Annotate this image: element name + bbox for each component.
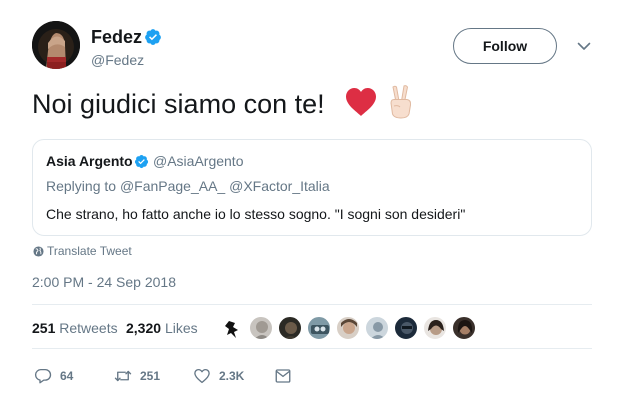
avatar[interactable]	[336, 316, 360, 340]
author-name[interactable]: Fedez	[91, 27, 142, 47]
reply-count: 64	[60, 369, 74, 383]
chevron-down-icon[interactable]	[576, 38, 592, 54]
like-icon	[194, 368, 210, 384]
replying-to-line: Replying to @FanPage_AA_ @XFactor_Italia	[46, 178, 330, 195]
quoted-tweet-text: Che strano, ho fatto anche io lo stesso …	[46, 206, 466, 222]
heart-emoji	[346, 88, 376, 116]
quoted-author-name: Asia Argento	[46, 153, 133, 169]
retweet-icon	[114, 370, 132, 382]
verified-icon	[134, 154, 149, 169]
avatar[interactable]	[249, 316, 273, 340]
avatar[interactable]	[307, 316, 331, 340]
likes-label: Likes	[164, 320, 198, 336]
likes-stat[interactable]: 2,320 Likes	[126, 320, 198, 337]
retweets-count: 251	[32, 320, 56, 336]
avatar[interactable]	[278, 316, 302, 340]
retweet-button[interactable]: 251	[114, 366, 160, 386]
tweet-text: Noi giudici siamo con te!	[32, 89, 325, 119]
replying-to-label: Replying to	[46, 178, 117, 194]
retweets-label: Retweets	[59, 320, 118, 336]
reply-button[interactable]: 64	[34, 366, 73, 386]
verified-icon	[145, 29, 161, 45]
reply-icon	[34, 368, 52, 384]
author-avatar[interactable]	[32, 21, 80, 69]
like-button[interactable]: 2.3K	[193, 366, 244, 386]
translate-tweet-link[interactable]: Translate Tweet	[47, 244, 132, 259]
avatar[interactable]	[220, 316, 244, 340]
direct-message-button[interactable]	[274, 366, 292, 386]
quoted-author-handle: @AsiaArgento	[153, 153, 244, 169]
tweet-timestamp[interactable]: 2:00 PM - 24 Sep 2018	[32, 274, 176, 291]
avatar[interactable]	[423, 316, 447, 340]
like-count: 2.3K	[219, 369, 245, 383]
mention-link[interactable]: @FanPage_AA_	[120, 178, 225, 194]
likes-count: 2,320	[126, 320, 162, 336]
retweet-count: 251	[140, 369, 161, 383]
globe-icon	[33, 246, 44, 257]
message-icon	[275, 369, 291, 383]
author-handle[interactable]: @Fedez	[91, 52, 144, 68]
avatar[interactable]	[394, 316, 418, 340]
mention-link[interactable]: @XFactor_Italia	[229, 178, 330, 194]
divider	[32, 348, 592, 349]
victory-hand-emoji	[390, 85, 412, 119]
avatar[interactable]	[452, 316, 476, 340]
retweets-stat[interactable]: 251 Retweets	[32, 320, 118, 337]
follow-button[interactable]: Follow	[453, 28, 557, 64]
avatar[interactable]	[365, 316, 389, 340]
quoted-tweet[interactable]: Asia Argento @AsiaArgento Replying to @F…	[32, 139, 592, 236]
divider	[32, 304, 592, 305]
